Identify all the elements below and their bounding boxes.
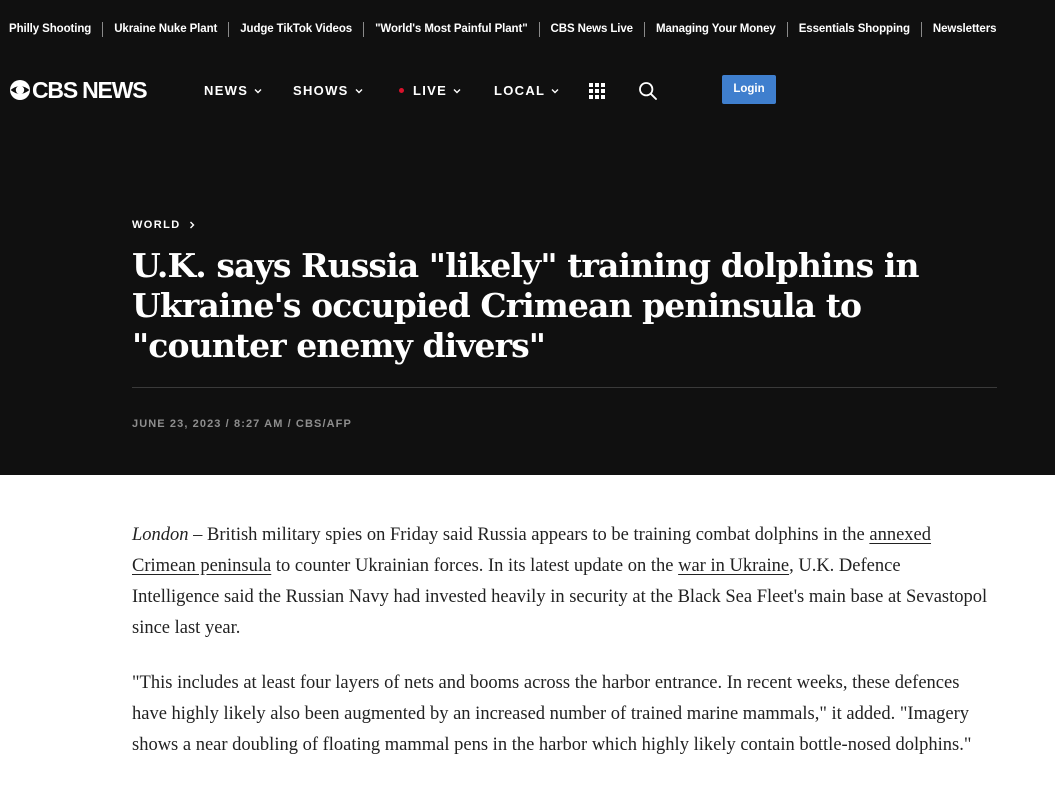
main-nav: CBS NEWS NEWS SHOWS LIVE LOCAL Login [0, 58, 1055, 122]
trending-bar: Philly Shooting Ukraine Nuke Plant Judge… [0, 0, 1055, 58]
article-hero: WORLD U.K. says Russia "likely" training… [0, 122, 1055, 475]
section-label: WORLD [132, 219, 181, 231]
grid-menu-icon[interactable] [589, 83, 605, 99]
nav-shows-label: SHOWS [293, 83, 349, 98]
live-indicator-dot [399, 88, 404, 93]
nav-live-label: LIVE [413, 83, 448, 98]
trending-divider [786, 21, 788, 37]
trending-item[interactable]: "World's Most Painful Plant" [375, 21, 550, 37]
chevron-down-icon [254, 88, 262, 93]
logo-text: CBS NEWS [32, 77, 148, 103]
article-paragraph: "This includes at least four layers of n… [132, 673, 972, 755]
trending-item[interactable]: CBS News Live [551, 21, 656, 37]
trending-divider [102, 21, 104, 37]
dateline: London [132, 525, 189, 545]
trending-link[interactable]: Managing Your Money [656, 23, 776, 35]
trending-link[interactable]: Newsletters [933, 23, 997, 35]
article-byline: JUNE 23, 2023 / 8:27 AM / CBS/AFP [132, 418, 352, 430]
trending-item[interactable]: Essentials Shopping [799, 21, 933, 37]
nav-live[interactable]: LIVE [399, 83, 461, 98]
trending-divider [538, 21, 540, 37]
trending-link[interactable]: Ukraine Nuke Plant [114, 23, 217, 35]
chevron-down-icon [551, 88, 559, 93]
trending-item[interactable]: Ukraine Nuke Plant [114, 21, 240, 37]
trending-link[interactable]: Philly Shooting [9, 23, 91, 35]
chevron-down-icon [355, 88, 363, 93]
trending-link[interactable]: Judge TikTok Videos [240, 23, 352, 35]
trending-item[interactable]: Managing Your Money [656, 21, 799, 37]
article-paragraph: London – British military spies on Frida… [132, 520, 992, 644]
war-in-ukraine-link[interactable]: war in Ukraine [678, 556, 789, 576]
trending-divider [920, 21, 922, 37]
trending-link[interactable]: CBS News Live [551, 23, 634, 35]
nav-news[interactable]: NEWS [204, 83, 262, 98]
trending-divider [643, 21, 645, 37]
cbs-news-logo[interactable]: CBS NEWS [9, 77, 148, 103]
trending-item[interactable]: Newsletters [933, 23, 997, 35]
article-body: London – British military spies on Frida… [132, 520, 992, 785]
trending-link[interactable]: Essentials Shopping [799, 23, 910, 35]
section-breadcrumb[interactable]: WORLD [132, 219, 195, 231]
paragraph-text: – British military spies on Friday said … [188, 525, 870, 545]
nav-local-label: LOCAL [494, 83, 546, 98]
search-icon[interactable] [638, 81, 658, 101]
trending-divider [363, 21, 365, 37]
paragraph-text: to counter Ukrainian forces. In its late… [271, 556, 679, 576]
article-headline: U.K. says Russia "likely" training dolph… [132, 246, 920, 365]
trending-item[interactable]: Philly Shooting [9, 21, 114, 37]
nav-shows[interactable]: SHOWS [293, 83, 363, 98]
trending-list: Philly Shooting Ukraine Nuke Plant Judge… [0, 0, 1055, 58]
chevron-down-icon [453, 88, 461, 93]
nav-local[interactable]: LOCAL [494, 83, 559, 98]
login-button[interactable]: Login [722, 75, 776, 104]
divider [132, 387, 997, 388]
trending-item[interactable]: Judge TikTok Videos [240, 21, 375, 37]
cbs-eye-icon [10, 80, 30, 100]
nav-news-label: NEWS [204, 83, 249, 98]
trending-divider [228, 21, 230, 37]
trending-link[interactable]: "World's Most Painful Plant" [375, 23, 528, 35]
chevron-right-icon [189, 221, 195, 229]
